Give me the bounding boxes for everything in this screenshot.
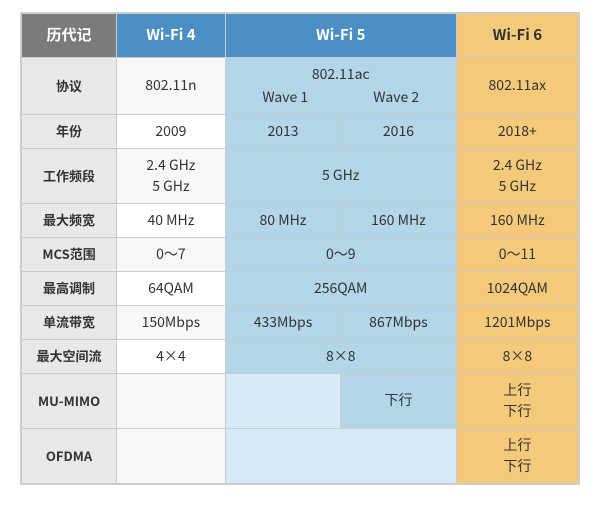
wifi6-mumimo: 上行下行 <box>456 373 578 428</box>
wifi6-year: 2018+ <box>456 114 578 148</box>
th-wifi6: Wi-Fi 6 <box>456 14 578 58</box>
wifi5-w2-stream-bw: 867Mbps <box>341 305 456 339</box>
wifi4-mumimo <box>117 373 226 428</box>
wifi4-modulation: 64QAM <box>117 271 226 305</box>
wifi5-mcs: 0～9 <box>225 237 456 271</box>
wifi6-mcs: 0～11 <box>456 237 578 271</box>
wifi6-protocol: 802.11ax <box>456 57 578 114</box>
wifi6-bandwidth: 160 MHz <box>456 203 578 237</box>
wifi4-year: 2009 <box>117 114 226 148</box>
wifi5-protocol-block: 802.11ac Wave 1 Wave 2 <box>225 57 456 114</box>
wifi4-mcs: 0～7 <box>117 237 226 271</box>
row-stream-bw: 单流带宽 150Mbps 433Mbps 867Mbps 1201Mbps <box>22 305 579 339</box>
wifi6-modulation: 1024QAM <box>456 271 578 305</box>
row-frequency: 工作频段 2.4 GHz5 GHz 5 GHz 2.4 GHz5 GHz <box>22 148 579 203</box>
wifi5-w2-mumimo: 下行 <box>341 373 456 428</box>
th-wifi4: Wi-Fi 4 <box>117 14 226 58</box>
label-mumimo: MU-MIMO <box>22 373 117 428</box>
wifi6-ofdma: 上行下行 <box>456 428 578 483</box>
wifi5-frequency: 5 GHz <box>225 148 456 203</box>
label-ofdma: OFDMA <box>22 428 117 483</box>
label-protocol: 协议 <box>22 57 117 114</box>
label-bandwidth: 最大频宽 <box>22 203 117 237</box>
wifi5-ofdma <box>225 428 456 483</box>
wifi5-w1-mumimo <box>225 373 340 428</box>
th-history: 历代记 <box>22 14 117 58</box>
wifi5-wave2-label: Wave 2 <box>373 87 419 108</box>
wifi5-protocol-label: 802.11ac <box>230 64 452 85</box>
label-year: 年份 <box>22 114 117 148</box>
header-row: 历代记 Wi-Fi 4 Wi-Fi 5 Wi-Fi 6 <box>22 14 579 58</box>
wifi4-bandwidth: 40 MHz <box>117 203 226 237</box>
label-spatial: 最大空间流 <box>22 339 117 373</box>
wifi5-w1-bandwidth: 80 MHz <box>225 203 340 237</box>
wifi5-w1-year: 2013 <box>225 114 340 148</box>
wifi6-stream-bw: 1201Mbps <box>456 305 578 339</box>
wifi4-protocol: 802.11n <box>117 57 226 114</box>
th-wifi5: Wi-Fi 5 <box>225 14 456 58</box>
wifi5-w2-year: 2016 <box>341 114 456 148</box>
wifi4-ofdma <box>117 428 226 483</box>
wifi5-wave1-label: Wave 1 <box>262 87 308 108</box>
wifi6-frequency: 2.4 GHz5 GHz <box>456 148 578 203</box>
row-protocol: 协议 802.11n 802.11ac Wave 1 Wave 2 802.11… <box>22 57 579 114</box>
label-frequency: 工作频段 <box>22 148 117 203</box>
wifi5-spatial: 8×8 <box>225 339 456 373</box>
row-spatial: 最大空间流 4×4 8×8 8×8 <box>22 339 579 373</box>
row-ofdma: OFDMA 上行下行 <box>22 428 579 483</box>
row-bandwidth: 最大频宽 40 MHz 80 MHz 160 MHz 160 MHz <box>22 203 579 237</box>
row-mcs: MCS范围 0～7 0～9 0～11 <box>22 237 579 271</box>
row-modulation: 最高调制 64QAM 256QAM 1024QAM <box>22 271 579 305</box>
wifi4-stream-bw: 150Mbps <box>117 305 226 339</box>
wifi4-frequency: 2.4 GHz5 GHz <box>117 148 226 203</box>
wifi5-modulation: 256QAM <box>225 271 456 305</box>
wifi5-w2-bandwidth: 160 MHz <box>341 203 456 237</box>
row-mumimo: MU-MIMO 下行 上行下行 <box>22 373 579 428</box>
wifi4-spatial: 4×4 <box>117 339 226 373</box>
wifi5-w1-stream-bw: 433Mbps <box>225 305 340 339</box>
row-year: 年份 2009 2013 2016 2018+ <box>22 114 579 148</box>
wifi6-spatial: 8×8 <box>456 339 578 373</box>
label-stream-bw: 单流带宽 <box>22 305 117 339</box>
label-modulation: 最高调制 <box>22 271 117 305</box>
label-mcs: MCS范围 <box>22 237 117 271</box>
